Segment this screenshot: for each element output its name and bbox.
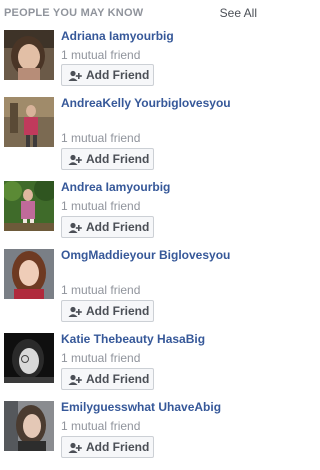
person-name[interactable]: Katie Thebeauty HasaBig xyxy=(61,332,251,347)
mutual-friends[interactable]: 1 mutual friend xyxy=(61,199,140,213)
add-friend-icon xyxy=(68,69,82,81)
add-friend-label: Add Friend xyxy=(86,68,150,82)
mutual-friends[interactable]: 1 mutual friend xyxy=(61,131,140,145)
add-friend-icon xyxy=(68,221,82,233)
add-friend-button[interactable]: Add Friend xyxy=(61,368,154,390)
add-friend-button[interactable]: Add Friend xyxy=(61,300,154,322)
add-friend-icon xyxy=(68,373,82,385)
add-friend-button[interactable]: Add Friend xyxy=(61,436,154,458)
add-friend-label: Add Friend xyxy=(86,304,150,318)
avatar[interactable] xyxy=(4,401,54,451)
mutual-friends[interactable]: 1 mutual friend xyxy=(61,283,140,297)
mutual-friends[interactable]: 1 mutual friend xyxy=(61,419,140,433)
add-friend-label: Add Friend xyxy=(86,372,150,386)
add-friend-icon xyxy=(68,305,82,317)
person-name[interactable]: Emilyguesswhat UhaveAbig xyxy=(61,400,251,415)
add-friend-button[interactable]: Add Friend xyxy=(61,64,154,86)
section-title: PEOPLE YOU MAY KNOW xyxy=(4,7,144,19)
add-friend-button[interactable]: Add Friend xyxy=(61,148,154,170)
add-friend-icon xyxy=(68,441,82,453)
avatar[interactable] xyxy=(4,97,54,147)
avatar[interactable] xyxy=(4,30,54,80)
person-name[interactable]: OmgMaddieyour Biglovesyou xyxy=(61,248,251,263)
mutual-friends[interactable]: 1 mutual friend xyxy=(61,48,140,62)
add-friend-label: Add Friend xyxy=(86,440,150,454)
person-name[interactable]: Adriana Iamyourbig xyxy=(61,29,251,44)
add-friend-label: Add Friend xyxy=(86,220,150,234)
add-friend-button[interactable]: Add Friend xyxy=(61,216,154,238)
person-name[interactable]: Andrea Iamyourbig xyxy=(61,180,251,195)
avatar[interactable] xyxy=(4,249,54,299)
avatar[interactable] xyxy=(4,181,54,231)
mutual-friends[interactable]: 1 mutual friend xyxy=(61,351,140,365)
suggestions-header: PEOPLE YOU MAY KNOW See All xyxy=(0,0,260,26)
add-friend-icon xyxy=(68,153,82,165)
see-all-link[interactable]: See All xyxy=(220,6,257,20)
add-friend-label: Add Friend xyxy=(86,152,150,166)
person-name[interactable]: AndreaKelly Yourbiglovesyou xyxy=(61,96,251,111)
avatar[interactable] xyxy=(4,333,54,383)
